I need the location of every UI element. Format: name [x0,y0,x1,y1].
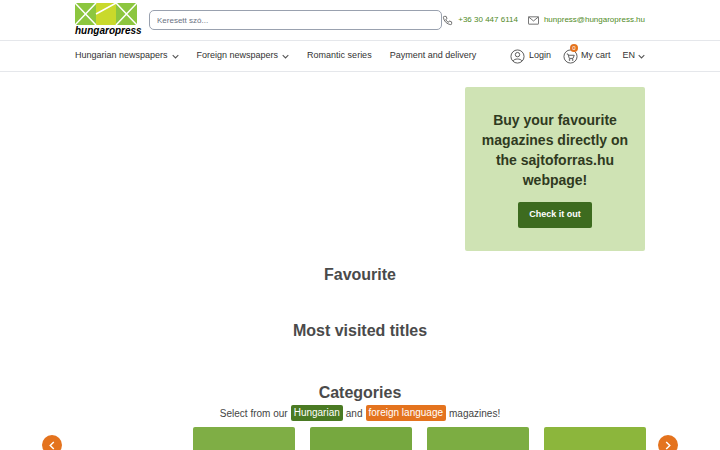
search-input[interactable] [149,10,442,30]
category-badge[interactable]: foreign language [366,405,447,421]
nav-item[interactable]: Romantic series [307,49,372,63]
nav-item[interactable]: Payment and delivery [390,49,477,63]
login-label[interactable]: Login [529,49,551,63]
cart-label[interactable]: My cart [581,49,611,63]
category-card[interactable] [193,427,295,450]
phone-contact[interactable]: +36 30 447 6114 [442,14,518,26]
intro-text: magazines! [449,406,500,421]
category-badge[interactable]: Hungarian [291,405,343,421]
promo-banner[interactable]: Buy your favourite magazines directly on… [465,87,645,251]
email-address[interactable]: hunpress@hungaropress.hu [544,14,645,26]
cart-link[interactable]: 0 My cart [563,49,611,64]
main-nav: Hungarian newspapers Foreign newspapers Ro… [0,41,720,72]
check-it-out-button[interactable]: Check it out [518,202,592,228]
arrow-right-icon [665,441,671,450]
header: hungaropress +36 30 447 6114 hunpress@hu… [0,0,720,41]
phone-icon [442,15,453,26]
mail-icon [528,16,539,25]
logo[interactable]: hungaropress [75,3,137,37]
chevron-down-icon [638,54,645,59]
categories-heading: Categories [0,383,720,403]
chevron-down-icon [282,54,289,59]
logo-text: hungaropress [75,25,142,37]
email-contact[interactable]: hunpress@hungaropress.hu [528,14,645,26]
logo-icon [75,3,137,25]
category-card[interactable] [427,427,529,450]
cart-badge: 0 [570,44,578,52]
user-icon [510,49,525,64]
carousel-prev-button[interactable] [42,435,62,450]
nav-item[interactable]: Foreign newspapers [197,49,290,63]
nav-item-label[interactable]: Foreign newspapers [197,49,279,63]
language-select[interactable]: EN [622,49,645,63]
intro-text: Select from our [220,406,288,421]
carousel-next-button[interactable] [658,435,678,450]
category-card[interactable] [544,427,646,450]
nav-item-label[interactable]: Romantic series [307,49,372,63]
nav-item-label[interactable]: Payment and delivery [390,49,477,63]
category-card[interactable] [310,427,412,450]
chevron-down-icon [172,54,179,59]
nav-item-label[interactable]: Hungarian newspapers [75,49,168,63]
banner-text: Buy your favourite magazines directly on… [475,110,635,190]
category-carousel [42,427,678,450]
categories-intro: Select from ourHungarianandforeign langu… [0,405,720,421]
login-link[interactable]: Login [510,49,551,64]
most-visited-heading: Most visited titles [0,321,720,341]
language-label[interactable]: EN [622,49,635,63]
nav-item[interactable]: Hungarian newspapers [75,49,179,63]
arrow-left-icon [49,441,55,450]
favourite-heading: Favourite [0,265,720,285]
intro-text: and [346,406,363,421]
phone-number[interactable]: +36 30 447 6114 [458,14,518,26]
